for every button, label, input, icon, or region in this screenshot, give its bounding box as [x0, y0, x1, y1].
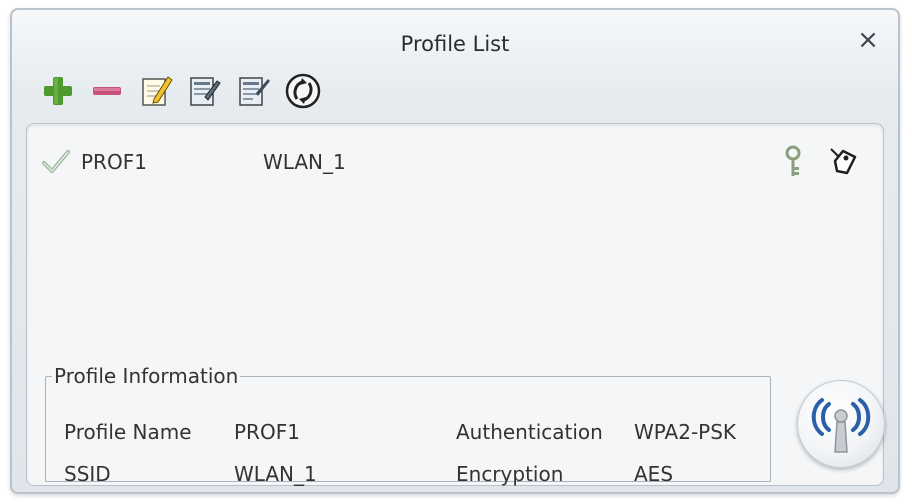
- radio-on-off-button[interactable]: [797, 380, 885, 468]
- close-icon: ×: [857, 25, 879, 55]
- authentication-label: Authentication: [456, 420, 603, 444]
- wireless-signal-icon: [811, 398, 871, 453]
- profile-row-ssid: WLAN_1: [263, 150, 346, 174]
- close-button[interactable]: ×: [854, 25, 882, 55]
- profile-name-value: PROF1: [234, 420, 300, 444]
- doc-list-icon: [239, 77, 270, 106]
- add-profile-button[interactable]: [38, 71, 78, 111]
- profile-information-legend: Profile Information: [54, 364, 239, 388]
- ssid-label: SSID: [64, 462, 111, 486]
- active-check-icon: [41, 149, 81, 175]
- set-default-profile-button[interactable]: [234, 71, 274, 111]
- connect-icon: [285, 73, 321, 109]
- profile-list-window: Profile List × PROF1 WLAN_1 Profile Info…: [10, 8, 900, 494]
- tag-icon: [830, 148, 857, 175]
- profile-row[interactable]: PROF1 WLAN_1: [41, 142, 861, 182]
- remove-profile-button[interactable]: [87, 71, 127, 111]
- profile-list-panel: PROF1 WLAN_1 Profile Information Profile…: [26, 123, 885, 486]
- edit-profile-button[interactable]: [136, 71, 176, 111]
- authentication-value: WPA2-PSK: [634, 420, 737, 444]
- encryption-label: Encryption: [456, 462, 564, 486]
- duplicate-profile-button[interactable]: [185, 71, 225, 111]
- plus-icon: [44, 77, 72, 105]
- ssid-value: WLAN_1: [234, 462, 317, 486]
- key-icon: [785, 145, 801, 176]
- encryption-value: AES: [634, 462, 674, 486]
- window-title: Profile List: [400, 32, 510, 56]
- activate-profile-button[interactable]: [283, 71, 323, 111]
- copy-doc-icon: [190, 77, 221, 106]
- toolbar: [38, 68, 323, 114]
- pencil-note-icon: [142, 76, 173, 106]
- profile-name-label: Profile Name: [64, 420, 192, 444]
- minus-icon: [93, 87, 121, 95]
- profile-row-name: PROF1: [81, 150, 147, 174]
- profile-information-group: Profile Information Profile Name PROF1 A…: [45, 364, 771, 486]
